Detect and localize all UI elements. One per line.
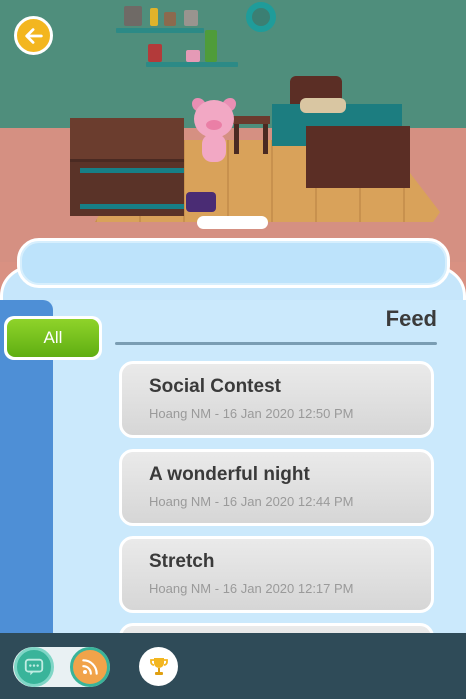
filter-chip-label: All — [7, 319, 99, 357]
feed-card-title: Social Contest — [149, 376, 281, 397]
filter-chip-all[interactable]: All — [4, 316, 102, 360]
bed-frame — [306, 126, 410, 188]
wall-shelf-top — [116, 28, 204, 33]
frame-decor — [164, 12, 176, 26]
feed-card-meta: Hoang NM - 16 Jan 2020 12:44 PM — [149, 494, 354, 509]
sheet-drag-handle[interactable] — [197, 216, 268, 229]
bed[interactable] — [272, 76, 412, 188]
room-scene[interactable] — [0, 0, 466, 262]
pig-body — [202, 134, 226, 162]
wall-clock — [246, 2, 276, 32]
feed-card[interactable]: Stretch Hoang NM - 16 Jan 2020 12:17 PM — [119, 536, 434, 613]
pig-head — [194, 100, 234, 138]
chat-button[interactable] — [14, 647, 54, 687]
feed-card-title: Stretch — [149, 551, 215, 572]
chat-icon — [24, 658, 44, 676]
side-table[interactable] — [232, 116, 270, 154]
feed-sheet: All Feed Social Contest Hoang NM - 16 Ja… — [0, 238, 466, 633]
back-button[interactable] — [14, 16, 53, 55]
feed-card-meta: Hoang NM - 16 Jan 2020 12:17 PM — [149, 581, 354, 596]
piggy-bank-decor — [186, 50, 200, 62]
table-leg — [263, 124, 268, 154]
table-top — [232, 116, 270, 124]
feed-divider — [115, 342, 437, 345]
bottom-toolbar — [0, 633, 466, 699]
feed-title: Feed — [385, 306, 437, 331]
vase-decor — [184, 10, 198, 26]
feed-card[interactable]: A wonderful night Hoang NM - 16 Jan 2020… — [119, 449, 434, 526]
trophy-icon — [149, 657, 168, 675]
dresser-lid — [70, 118, 184, 162]
dresser-stripe — [80, 168, 184, 173]
wall-shelf-bottom — [146, 62, 238, 67]
feed-card-partial[interactable] — [119, 623, 434, 633]
feed-list[interactable]: Social Contest Hoang NM - 16 Jan 2020 12… — [119, 361, 434, 633]
dresser[interactable] — [70, 118, 184, 216]
bed-pillow — [300, 98, 346, 113]
plant-decor — [205, 30, 217, 62]
pig-avatar[interactable] — [192, 98, 236, 168]
trophy-decor — [150, 8, 158, 26]
pig-snout — [206, 120, 222, 130]
books-decor — [148, 44, 162, 62]
feed-card-meta: Hoang NM - 16 Jan 2020 12:50 PM — [149, 406, 354, 421]
arrow-left-icon — [24, 27, 43, 44]
toy-car[interactable] — [186, 192, 216, 212]
dresser-stripe — [80, 204, 184, 209]
sheet-header-bar[interactable] — [17, 238, 450, 288]
feed-card[interactable]: Social Contest Hoang NM - 16 Jan 2020 12… — [119, 361, 434, 438]
feed-card-title: A wonderful night — [149, 464, 310, 485]
shelf-lamp-decor — [124, 6, 142, 26]
rss-icon — [82, 659, 98, 675]
leaderboard-button[interactable] — [139, 647, 178, 686]
feed-rss-button[interactable] — [70, 647, 110, 687]
